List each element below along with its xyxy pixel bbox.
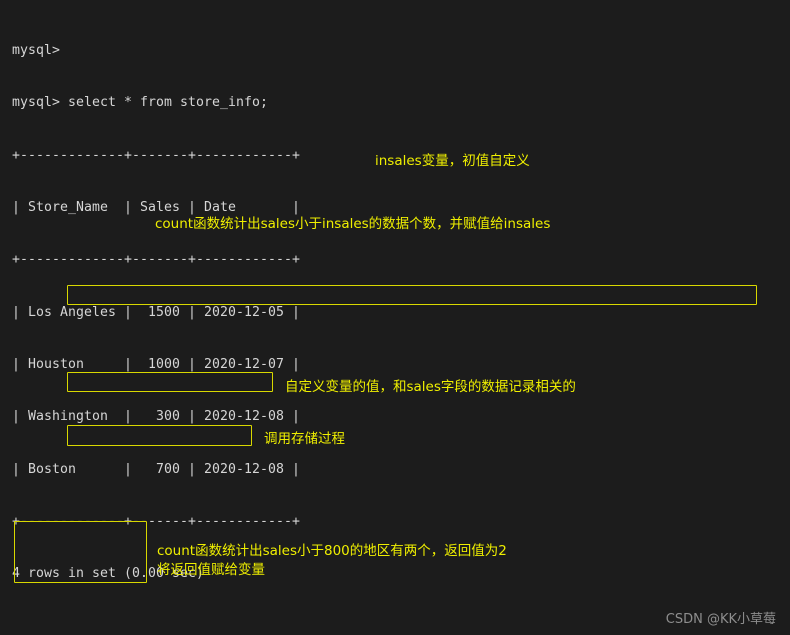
terminal-screenshot: mysql> mysql> select * from store_info; … [0, 0, 790, 635]
annotation-count-result: count函数统计出sales小于800的地区有两个，返回值为2 [157, 543, 507, 559]
terminal-line: mysql> [12, 42, 60, 58]
annotation-custom-variable: 自定义变量的值，和sales字段的数据记录相关的 [285, 379, 576, 395]
terminal-line: 4 rows in set (0.00 sec) [12, 566, 204, 582]
terminal-line: | Los Angeles | 1500 | 2020-12-05 | [12, 304, 300, 320]
annotation-insales-variable: insales变量，初值自定义 [375, 153, 530, 169]
annotation-call-procedure: 调用存储过程 [264, 431, 345, 447]
terminal-line: | Washington | 300 | 2020-12-08 | [12, 409, 300, 425]
watermark: CSDN @KK小草莓 [665, 612, 776, 627]
annotation-count-function: count函数统计出sales小于insales的数据个数，并赋值给insale… [155, 216, 551, 232]
terminal-line: | Boston | 700 | 2020-12-08 | [12, 461, 300, 477]
terminal-output: mysql> mysql> select * from store_info; … [12, 7, 782, 635]
terminal-line: +-------------+-------+------------+ [12, 514, 300, 529]
annotation-assign-result: 将返回值赋给变量 [157, 562, 265, 578]
terminal-line: mysql> select * from store_info; [12, 95, 268, 111]
terminal-line: +-------------+-------+------------+ [12, 252, 300, 268]
terminal-line: | Store_Name | Sales | Date | [12, 199, 300, 215]
terminal-line: | Houston | 1000 | 2020-12-07 | [12, 356, 300, 372]
